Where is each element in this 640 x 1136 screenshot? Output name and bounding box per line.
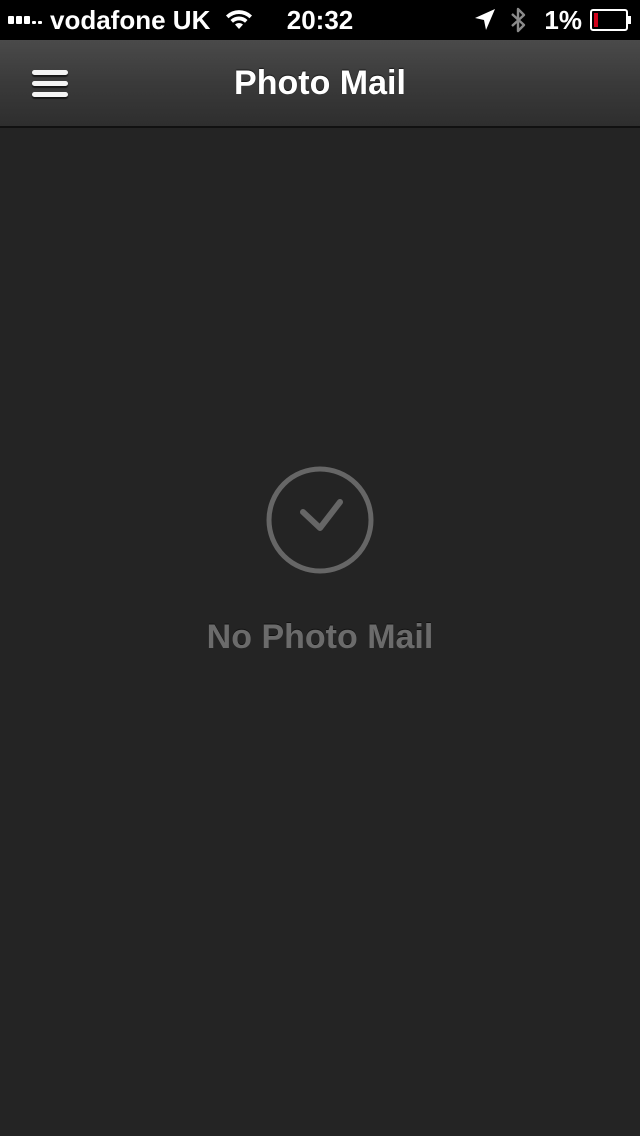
hamburger-menu-bar <box>32 91 68 97</box>
menu-button[interactable] <box>22 58 78 108</box>
content-area: No Photo Mail <box>0 128 640 1136</box>
battery-percent: 1% <box>544 4 582 35</box>
page-title: Photo Mail <box>234 64 406 102</box>
status-right: 1% <box>474 0 632 40</box>
hamburger-menu-bar <box>32 80 68 86</box>
clock-icon <box>266 466 374 574</box>
nav-bar: Photo Mail <box>0 40 640 128</box>
app-screen: vodafone UK 20:32 1% Photo Mail No Photo… <box>0 0 640 1136</box>
hamburger-menu-icon <box>32 69 68 75</box>
battery-icon <box>590 9 631 31</box>
empty-state: No Photo Mail <box>0 464 640 657</box>
status-bar: vodafone UK 20:32 1% <box>0 0 640 40</box>
location-icon <box>475 9 496 30</box>
bluetooth-icon <box>511 7 526 33</box>
empty-state-label: No Photo Mail <box>206 618 434 656</box>
